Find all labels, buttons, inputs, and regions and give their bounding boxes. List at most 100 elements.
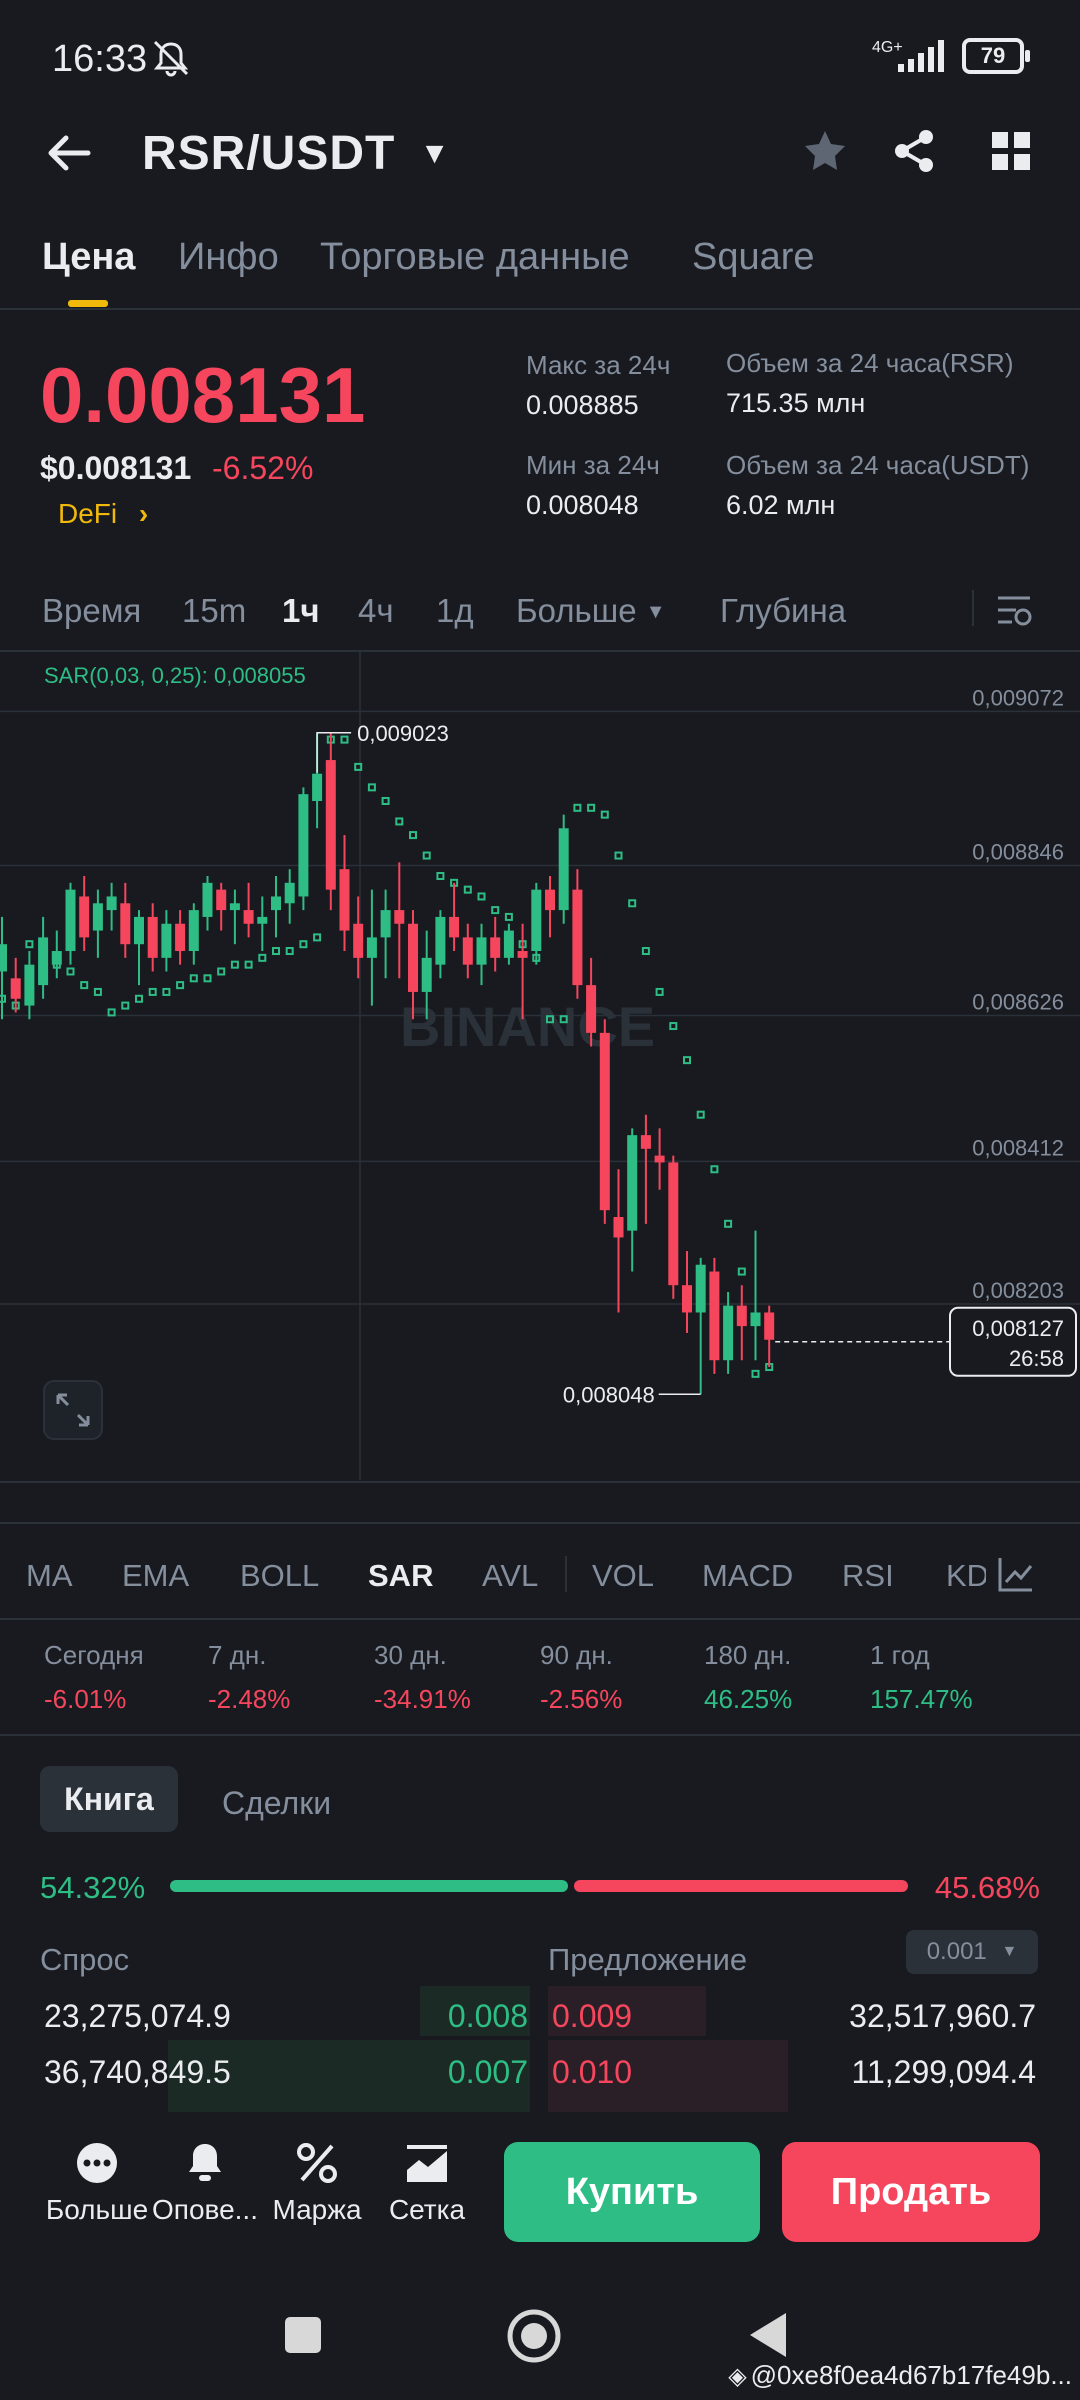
perf-1y-value: 157.47% (870, 1684, 973, 1714)
candle-body (312, 773, 323, 801)
tab-price[interactable]: Цена (42, 236, 135, 279)
interval-1d[interactable]: 1д (436, 592, 474, 630)
indicator-sar[interactable]: SAR (368, 1558, 433, 1594)
fullscreen-button[interactable] (43, 1380, 103, 1440)
back-arrow-icon[interactable] (44, 128, 94, 178)
candle-body (243, 910, 254, 924)
ask-qty[interactable]: 32,517,960.7 (849, 1998, 1036, 2035)
bid-qty[interactable]: 23,275,074.9 (44, 1998, 231, 2035)
sar-dot (737, 1267, 746, 1276)
grid-action[interactable]: Сетка (372, 2140, 482, 2226)
candle-body (435, 916, 446, 965)
ask-price[interactable]: 0.009 (552, 1998, 632, 2035)
margin-action[interactable]: Маржа (262, 2140, 372, 2226)
candle-body (668, 1162, 679, 1286)
indicator-ema[interactable]: EMA (122, 1558, 189, 1594)
sar-dot (696, 1110, 705, 1119)
last-price: 0.008131 (40, 351, 366, 439)
candle-body (147, 916, 158, 958)
indicators-bottom-divider (0, 1618, 1080, 1620)
sar-indicator-label: SAR(0,03, 0,25): 0,008055 (44, 663, 306, 688)
alerts-action[interactable]: Опове... (150, 2140, 260, 2226)
sector-tag[interactable]: DeFi › (58, 498, 148, 530)
sar-dot (258, 953, 267, 962)
recents-nav-icon[interactable] (282, 2314, 324, 2356)
tab-info[interactable]: Инфо (178, 236, 279, 279)
y-tick-label: 0,008626 (972, 989, 1064, 1014)
indicator-macd[interactable]: MACD (702, 1558, 793, 1594)
perf-180d-label: 180 дн. (704, 1640, 792, 1670)
candle-body (394, 910, 405, 924)
indicator-avl[interactable]: AVL (482, 1558, 538, 1594)
sar-dot (669, 1022, 678, 1031)
sar-dot (751, 1369, 760, 1378)
sell-button[interactable]: Продать (782, 2142, 1040, 2242)
perf-today-value: -6.01% (44, 1684, 127, 1714)
indicator-ma[interactable]: MA (26, 1558, 73, 1594)
sar-dot (600, 810, 609, 819)
perf-bottom-divider (0, 1734, 1080, 1736)
sar-dot (628, 899, 637, 908)
sar-dot (66, 967, 75, 976)
indicator-boll[interactable]: BOLL (240, 1558, 319, 1594)
margin-label: Маржа (272, 2194, 362, 2225)
candle-body (503, 930, 514, 958)
status-time: 16:33 (52, 38, 148, 80)
user-handle-text: @0xe8f0ea4d67b17fe49b... (750, 2360, 1072, 2390)
signal-icon: 4G+ (872, 39, 944, 72)
interval-15m[interactable]: 15m (182, 592, 246, 630)
sar-dot (655, 987, 664, 996)
tab-order-book[interactable]: Книга (40, 1766, 178, 1832)
bid-price[interactable]: 0.008 (448, 1998, 528, 2035)
interval-1h[interactable]: 1ч (282, 592, 320, 630)
candle-body (92, 903, 103, 931)
vol-usdt-label: Объем за 24 часа(USDT) (726, 450, 1030, 480)
tab-trades[interactable]: Сделки (222, 1785, 331, 1822)
sar-dot (135, 994, 143, 1003)
star-icon[interactable] (802, 128, 848, 174)
grid-trading-icon (407, 2145, 447, 2182)
perf-90d-value: -2.56% (540, 1684, 623, 1714)
sell-ratio: 45.68% (934, 1870, 1040, 1905)
sar-dot (93, 987, 102, 996)
sar-dot (381, 796, 390, 805)
ask-price[interactable]: 0.010 (552, 2054, 632, 2091)
interval-4h[interactable]: 4ч (358, 592, 394, 630)
indicator-rsi[interactable]: RSI (842, 1558, 894, 1594)
sar-dot (409, 831, 417, 840)
candle-body (366, 937, 377, 958)
candle-body (640, 1135, 651, 1149)
usd-price: $0.008131 (40, 450, 192, 486)
precision-select[interactable]: 0.001 ▼ (906, 1930, 1038, 1974)
price-chart[interactable]: 0,009072 0,008846 0,008626 0,008412 0,008203… (0, 650, 1080, 1485)
tabs-divider (0, 308, 1080, 310)
indicator-vol[interactable]: VOL (592, 1558, 654, 1594)
sar-dot (463, 885, 472, 894)
buy-button[interactable]: Купить (504, 2142, 760, 2242)
indicator-kd[interactable]: KD (946, 1558, 986, 1594)
caret-down-icon: ▼ (1001, 1943, 1018, 1960)
home-nav-icon[interactable] (506, 2308, 562, 2364)
vol-rsr-label: Объем за 24 часа(RSR) (726, 348, 1014, 378)
back-nav-icon[interactable] (746, 2310, 790, 2360)
candle-body (216, 889, 227, 911)
interval-time[interactable]: Время (42, 592, 141, 630)
tab-trading-data[interactable]: Торговые данные (320, 236, 630, 279)
high-annotation: 0,009023 (357, 721, 449, 746)
battery-indicator: 79 (962, 38, 1030, 74)
indicator-settings-icon[interactable] (996, 1554, 1036, 1594)
sar-dot (272, 947, 280, 956)
ask-qty[interactable]: 11,299,094.4 (852, 2054, 1036, 2091)
interval-more[interactable]: Больше ▼ (516, 592, 666, 630)
bid-qty[interactable]: 36,740,849.5 (44, 2054, 231, 2091)
more-action[interactable]: Больше (42, 2140, 152, 2226)
tab-square[interactable]: Square (692, 236, 815, 279)
chart-settings-icon[interactable] (994, 590, 1034, 630)
bid-price[interactable]: 0.007 (448, 2054, 528, 2091)
pair-selector[interactable]: RSR/USDT ▼ (142, 126, 450, 181)
perf-today-label: Сегодня (44, 1640, 144, 1670)
ask-header: Предложение (548, 1942, 748, 1977)
share-icon[interactable] (892, 128, 938, 174)
interval-depth[interactable]: Глубина (720, 592, 846, 630)
grid-layout-icon[interactable] (990, 130, 1032, 172)
